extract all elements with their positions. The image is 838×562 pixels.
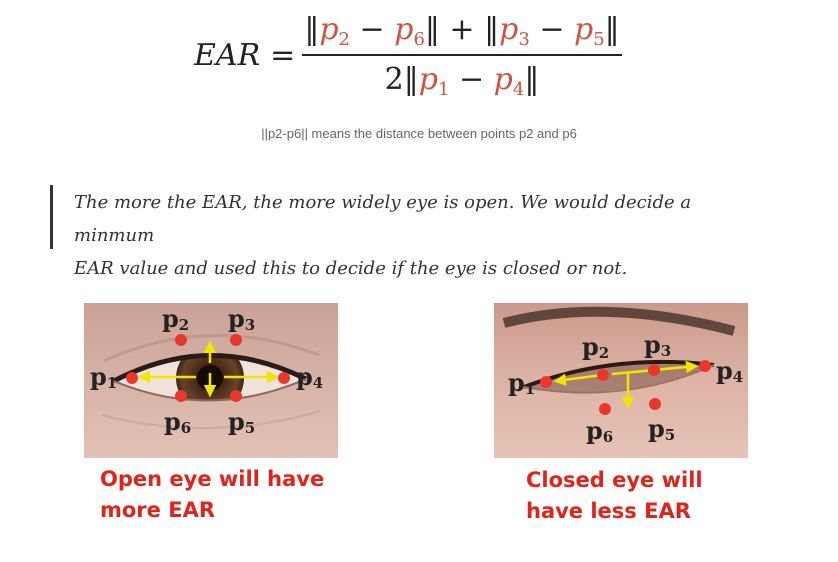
landmark-p1-point	[126, 372, 138, 384]
ear-formula: EAR = ‖p2 − p6‖ + ‖p3 − p5‖ 2‖p1 − p4‖	[190, 8, 630, 108]
open-eye-image: p2 p3 p1 p4 p6 p5	[84, 303, 338, 458]
landmark-p5-point	[649, 398, 661, 410]
formula-ear-symbol: EAR	[194, 38, 261, 73]
formula-denominator: 2‖p1 − p4‖	[384, 62, 540, 100]
closed-eye-image: p2 p3 p1 p4 p6 p5	[494, 303, 748, 458]
formula-equals: =	[270, 38, 296, 73]
landmark-p2-point	[597, 369, 609, 381]
formula-numerator: ‖p2 − p6‖ + ‖p3 − p5‖	[304, 12, 620, 50]
landmark-p4-point	[278, 372, 290, 384]
open-eye-caption: Open eye will have more EAR	[100, 467, 325, 522]
blockquote: The more the EAR, the more widely eye is…	[74, 186, 774, 285]
formula-caption: ||p2-p6|| means the distance between poi…	[261, 126, 577, 141]
closed-eye-caption: Closed eye will have less EAR	[526, 468, 703, 523]
fraction-bar	[302, 54, 622, 56]
landmark-p2-point	[175, 334, 187, 346]
blockquote-line-2: EAR value and used this to decide if the…	[74, 258, 628, 279]
landmark-p6-point	[175, 390, 187, 402]
landmark-p3-point	[230, 334, 242, 346]
landmark-p4-point	[699, 360, 711, 372]
landmark-p5-point	[230, 390, 242, 402]
blockquote-line-1: The more the EAR, the more widely eye is…	[74, 192, 692, 246]
formula-fraction: ‖p2 − p6‖ + ‖p3 − p5‖ 2‖p1 − p4‖	[302, 8, 622, 100]
landmark-p1-point	[540, 376, 552, 388]
landmark-p3-point	[648, 364, 660, 376]
formula-lhs: EAR =	[194, 38, 295, 73]
blockquote-bar	[50, 185, 53, 249]
landmark-p6-point	[599, 403, 611, 415]
